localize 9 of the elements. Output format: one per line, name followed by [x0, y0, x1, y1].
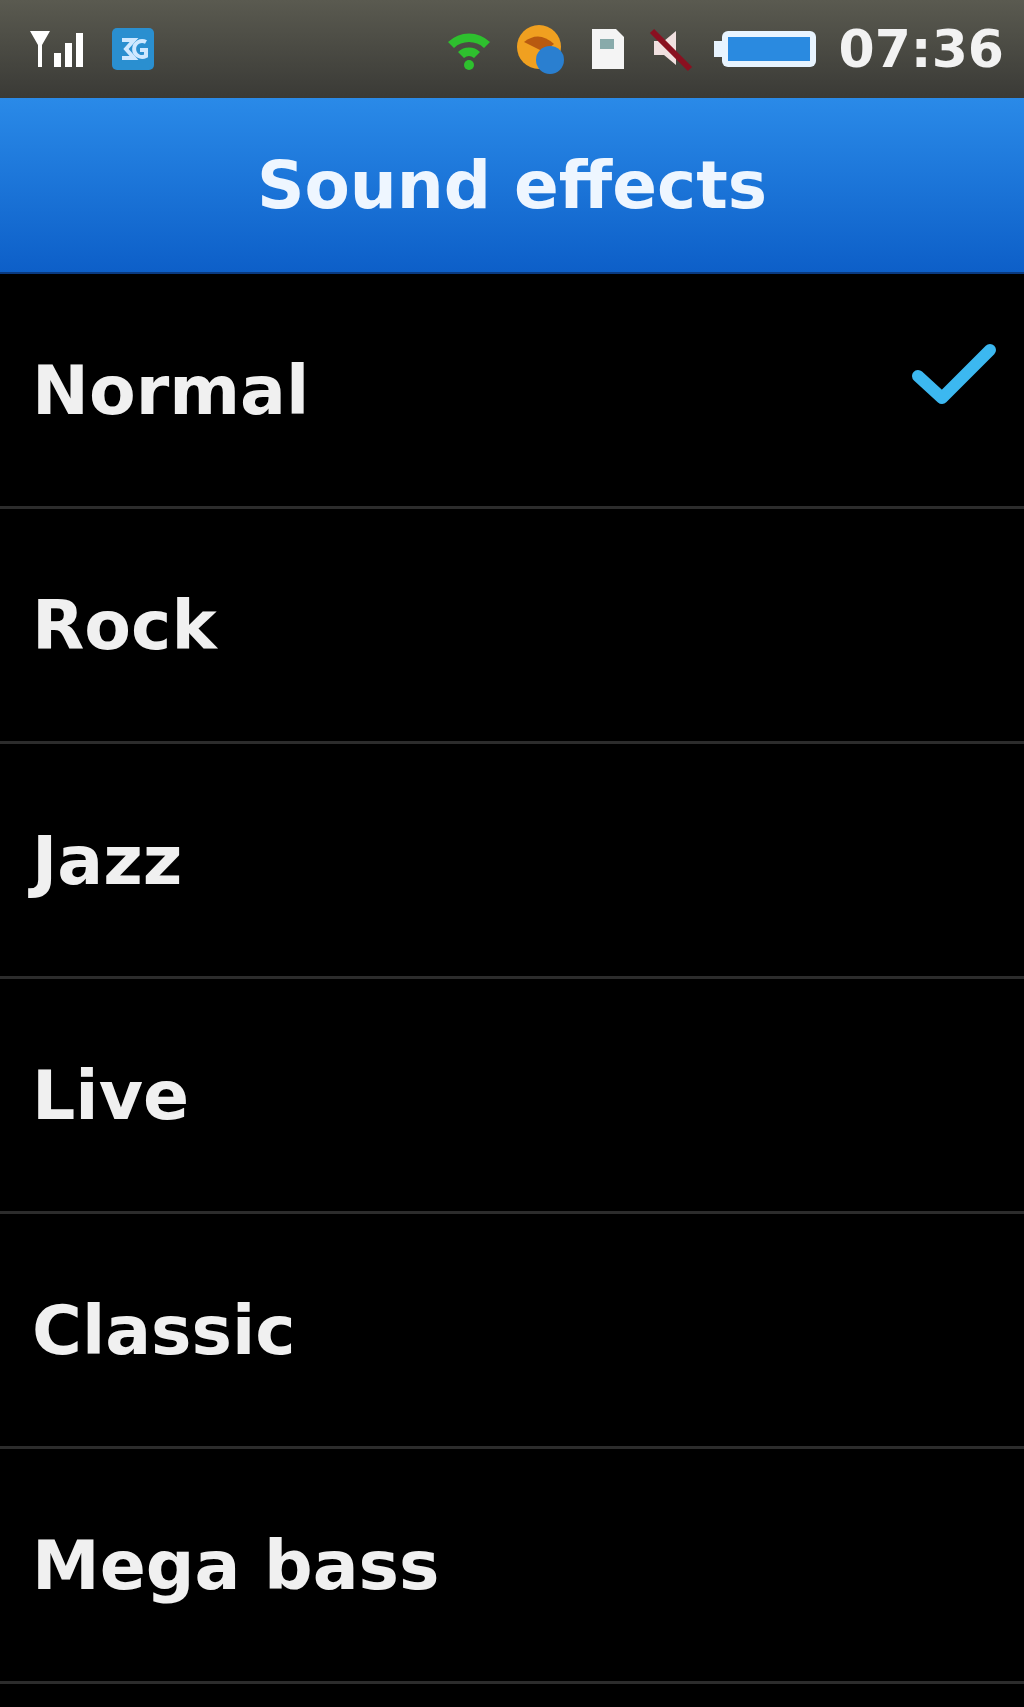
list-item[interactable]: Classic [0, 1214, 1024, 1449]
list-item[interactable]: Normal [0, 274, 1024, 509]
status-time: 07:36 [838, 19, 1004, 79]
list-item[interactable]: Live [0, 979, 1024, 1214]
network-icon [110, 26, 156, 72]
list-item[interactable]: Rock [0, 509, 1024, 744]
screen-title: Sound effects [257, 146, 767, 224]
list-item[interactable]: Jazz [0, 744, 1024, 979]
list-item[interactable]: Mega bass [0, 1449, 1024, 1684]
